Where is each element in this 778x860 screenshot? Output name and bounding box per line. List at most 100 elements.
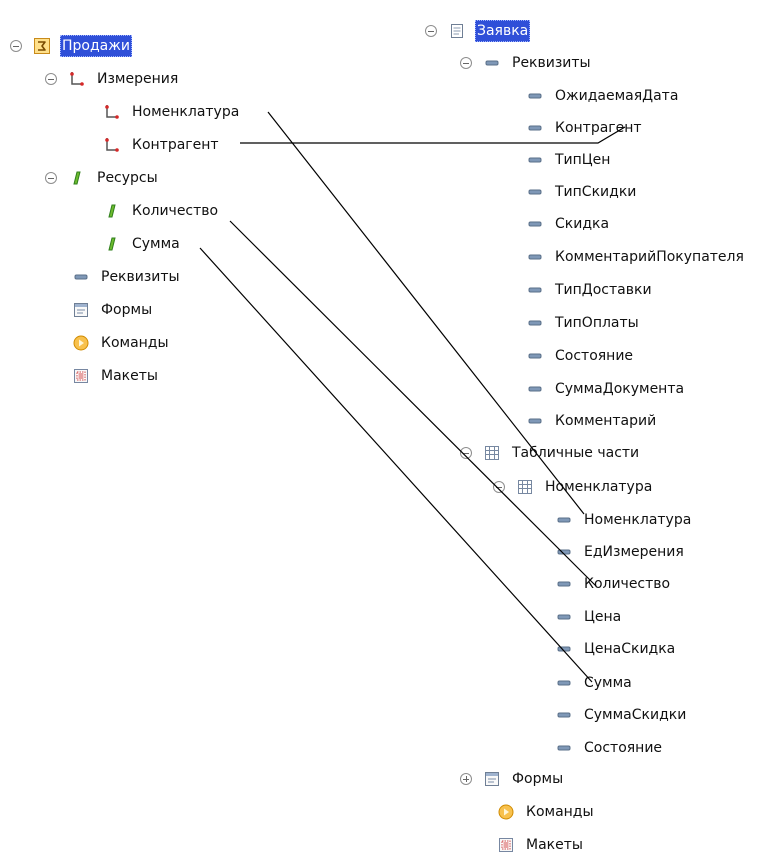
right-attribute-label: Скидка: [555, 216, 610, 232]
left-attributes-label: Реквизиты: [101, 269, 180, 285]
attribute-icon: [527, 216, 543, 232]
left-commands-row[interactable]: Команды: [73, 332, 171, 354]
right-attribute-row-6[interactable]: ТипДоставки: [527, 279, 654, 301]
right-attribute-row-7[interactable]: ТипОплаты: [527, 312, 641, 334]
right-forms-label: Формы: [512, 771, 564, 787]
left-attributes-row[interactable]: Реквизиты: [73, 266, 182, 288]
collapse-icon[interactable]: [460, 447, 472, 459]
attribute-icon: [556, 609, 572, 625]
right-attribute-label: ТипДоставки: [555, 282, 652, 298]
attribute-icon: [527, 88, 543, 104]
connector-line-quantity: [229, 220, 597, 587]
right-attribute-label: Комментарий: [555, 413, 657, 429]
right-forms-row[interactable]: Формы: [460, 768, 565, 790]
right-attribute-row-2[interactable]: ТипЦен: [527, 149, 612, 171]
expand-icon[interactable]: [460, 773, 472, 785]
right-tabular-field-label: Количество: [584, 576, 671, 592]
left-resource-item-0[interactable]: Количество: [104, 200, 220, 222]
attribute-icon: [527, 282, 543, 298]
collapse-icon[interactable]: [460, 57, 472, 69]
right-attribute-row-4[interactable]: Скидка: [527, 213, 611, 235]
attribute-icon: [556, 675, 572, 691]
attribute-icon: [556, 512, 572, 528]
right-attribute-row-9[interactable]: СуммаДокумента: [527, 378, 686, 400]
right-tabular-field-row-2[interactable]: Количество: [556, 573, 672, 595]
left-measurement-item-1[interactable]: Контрагент: [104, 134, 221, 156]
attribute-icon: [527, 184, 543, 200]
right-attribute-row-3[interactable]: ТипСкидки: [527, 181, 638, 203]
form-icon: [484, 771, 500, 787]
accumulation-register-icon: [34, 38, 50, 54]
command-icon: [498, 804, 514, 820]
right-attribute-label: ТипОплаты: [555, 315, 639, 331]
left-measurement-item-0[interactable]: Номенклатура: [104, 101, 241, 123]
left-measurements-row[interactable]: Измерения: [45, 68, 180, 90]
right-tabular-field-row-3[interactable]: Цена: [556, 606, 623, 628]
right-tabular-group-label: Табличные части: [512, 445, 640, 461]
right-tabular-section-row[interactable]: Номенклатура: [493, 476, 654, 498]
collapse-icon[interactable]: [45, 172, 57, 184]
resource-icon: [104, 236, 120, 252]
right-attribute-label: ТипСкидки: [555, 184, 637, 200]
right-attribute-row-10[interactable]: Комментарий: [527, 410, 658, 432]
collapse-icon[interactable]: [10, 40, 22, 52]
right-attribute-row-5[interactable]: КомментарийПокупателя: [527, 246, 746, 268]
right-attribute-label: ТипЦен: [555, 152, 611, 168]
left-layouts-label: Макеты: [101, 368, 158, 384]
right-root-label[interactable]: Заявка: [475, 20, 531, 42]
right-tabular-field-row-6[interactable]: СуммаСкидки: [556, 704, 688, 726]
left-resource-label: Сумма: [132, 236, 180, 252]
right-attribute-label: ОжидаемаяДата: [555, 88, 679, 104]
dimension-icon: [69, 71, 85, 87]
right-tabular-field-row-7[interactable]: Состояние: [556, 737, 664, 759]
right-attributes-group-row[interactable]: Реквизиты: [460, 52, 593, 74]
right-tabular-section-label: Номенклатура: [545, 479, 653, 495]
attribute-icon: [556, 707, 572, 723]
right-commands-row[interactable]: Команды: [498, 801, 596, 823]
right-attribute-row-1[interactable]: Контрагент: [527, 117, 644, 139]
document-icon: [449, 23, 465, 39]
right-attribute-row-0[interactable]: ОжидаемаяДата: [527, 85, 680, 107]
left-root-row[interactable]: Продажи: [10, 35, 132, 57]
right-root-row[interactable]: Заявка: [425, 20, 531, 42]
right-tabular-field-row-0[interactable]: Номенклатура: [556, 509, 693, 531]
left-resources-row[interactable]: Ресурсы: [45, 167, 160, 189]
collapse-icon[interactable]: [493, 481, 505, 493]
right-tabular-group-row[interactable]: Табличные части: [460, 442, 641, 464]
left-measurements-label: Измерения: [97, 71, 179, 87]
dimension-icon: [104, 104, 120, 120]
right-layouts-row[interactable]: Макеты: [498, 834, 585, 856]
left-resource-item-1[interactable]: Сумма: [104, 233, 182, 255]
right-tabular-field-row-5[interactable]: Сумма: [556, 672, 634, 694]
attribute-icon: [527, 348, 543, 364]
collapse-icon[interactable]: [45, 73, 57, 85]
attribute-icon: [484, 55, 500, 71]
left-root-label[interactable]: Продажи: [60, 35, 132, 57]
right-attribute-label: Состояние: [555, 348, 634, 364]
left-resource-label: Количество: [132, 203, 219, 219]
left-measurement-label: Номенклатура: [132, 104, 240, 120]
left-forms-row[interactable]: Формы: [73, 299, 154, 321]
attribute-icon: [556, 740, 572, 756]
attribute-icon: [527, 249, 543, 265]
right-tabular-field-row-4[interactable]: ЦенаСкидка: [556, 638, 677, 660]
right-attribute-row-8[interactable]: Состояние: [527, 345, 635, 367]
right-layouts-label: Макеты: [526, 837, 583, 853]
left-resources-label: Ресурсы: [97, 170, 158, 186]
right-tabular-field-label: ЕдИзмерения: [584, 544, 684, 560]
right-commands-label: Команды: [526, 804, 594, 820]
right-tabular-field-row-1[interactable]: ЕдИзмерения: [556, 541, 686, 563]
attribute-icon: [527, 120, 543, 136]
table-icon: [484, 445, 500, 461]
layout-icon: [498, 837, 514, 853]
collapse-icon[interactable]: [425, 25, 437, 37]
resource-icon: [69, 170, 85, 186]
right-tabular-field-label: СуммаСкидки: [584, 707, 687, 723]
left-layouts-row[interactable]: Макеты: [73, 365, 160, 387]
left-forms-label: Формы: [101, 302, 153, 318]
command-icon: [73, 335, 89, 351]
attribute-icon: [527, 315, 543, 331]
right-tabular-field-label: Сумма: [584, 675, 632, 691]
right-tabular-field-label: ЦенаСкидка: [584, 641, 676, 657]
right-attribute-label: КомментарийПокупателя: [555, 249, 744, 265]
